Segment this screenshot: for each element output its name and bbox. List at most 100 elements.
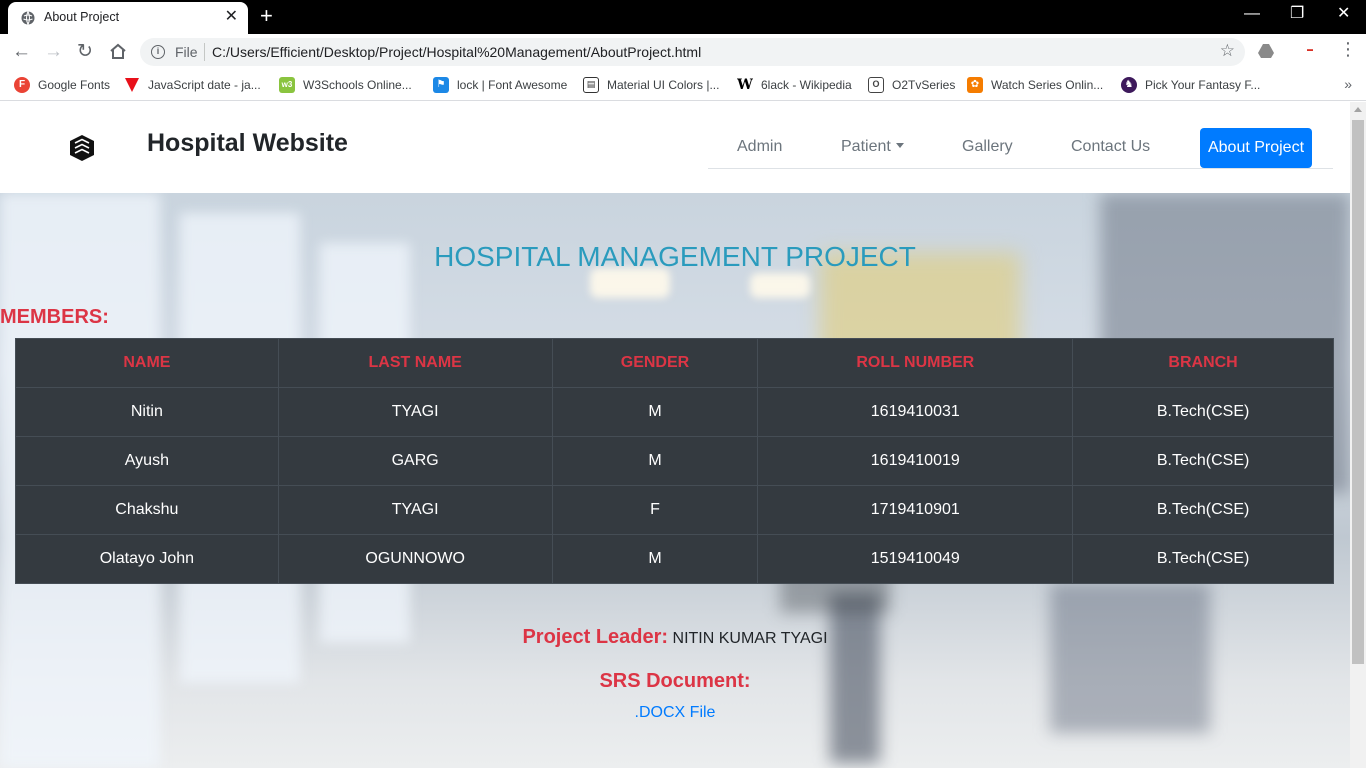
restore-icon[interactable]: ❐ [1290,6,1304,22]
table-cell: M [551,436,759,486]
members-heading: MEMBERS: [0,306,109,328]
bookmarks-bar: F Google Fonts JavaScript date - ja... w… [0,70,1366,101]
watch-series-icon: ✿ [967,77,983,93]
fantasy-icon: ♞ [1121,77,1137,93]
bookmark-item[interactable]: F Google Fonts [14,77,110,93]
minimize-icon[interactable]: — [1244,6,1260,22]
table-cell: M [551,534,759,584]
table-cell: Ayush [15,436,279,486]
bookmark-star-icon[interactable]: ☆ [1220,41,1235,61]
url-text[interactable]: C:/Users/Efficient/Desktop/Project/Hospi… [212,44,701,60]
reload-icon[interactable]: ↻ [77,42,93,61]
table-cell: 1519410049 [757,534,1074,584]
browser-tab[interactable]: About Project ✕ [8,2,248,34]
table-cell: 1719410901 [757,485,1074,535]
table-row: Nitin TYAGI M 1619410031 B.Tech(CSE) [15,387,1334,437]
bookmark-item[interactable]: ⚑ lock | Font Awesome [433,77,567,93]
browser-titlebar: About Project ✕ + — ❐ ✕ [0,0,1366,34]
nav-about-project[interactable]: About Project [1200,128,1312,168]
table-cell: TYAGI [277,387,553,437]
google-drive-icon[interactable] [1258,44,1274,58]
table-cell: B.Tech(CSE) [1072,436,1334,486]
info-icon[interactable]: i [151,45,165,59]
bookmark-item[interactable]: ♞ Pick Your Fantasy F... [1121,77,1260,93]
close-tab-icon[interactable]: ✕ [225,9,238,25]
bookmark-item[interactable]: ✿ Watch Series Onlin... [967,77,1103,93]
site-navbar: Hospital Website Admin Patient Gallery C… [0,102,1350,193]
table-row: Olatayo John OGUNNOWO M 1519410049 B.Tec… [15,534,1334,584]
column-header: ROLL NUMBER [757,338,1074,388]
table-cell: M [551,387,759,437]
address-bar[interactable]: i File C:/Users/Efficient/Desktop/Projec… [140,38,1245,66]
table-cell: TYAGI [277,485,553,535]
bookmark-label: Watch Series Onlin... [991,78,1104,92]
column-header: LAST NAME [277,338,553,388]
bookmark-item[interactable]: O O2TvSeries [868,77,955,93]
google-fonts-icon: F [14,77,30,93]
nav-gallery[interactable]: Gallery [962,138,1013,156]
table-cell: OGUNNOWO [277,534,553,584]
close-window-icon[interactable]: ✕ [1337,6,1350,22]
table-cell: B.Tech(CSE) [1072,534,1334,584]
page-content: Hospital Website Admin Patient Gallery C… [0,102,1350,768]
scrollbar-thumb[interactable] [1352,120,1364,664]
table-cell: Chakshu [15,485,279,535]
nav-patient[interactable]: Patient [841,138,904,156]
bookmark-label: JavaScript date - ja... [148,78,261,92]
site-brand[interactable]: Hospital Website [147,129,348,158]
browser-toolbar: ← → ↻ i File C:/Users/Efficient/Desktop/… [0,34,1366,70]
bookmark-item[interactable]: w3 W3Schools Online... [279,77,412,93]
new-tab-icon[interactable]: + [260,5,273,27]
nav-contact[interactable]: Contact Us [1071,138,1150,156]
table-header-row: NAME LAST NAME GENDER ROLL NUMBER BRANCH [15,338,1334,388]
nav-patient-label: Patient [841,138,891,155]
nav-admin[interactable]: Admin [737,138,782,156]
back-icon[interactable]: ← [12,42,31,61]
javascript-icon [125,78,139,92]
bookmark-label: lock | Font Awesome [457,78,568,92]
tab-title: About Project [44,10,120,24]
members-table: NAME LAST NAME GENDER ROLL NUMBER BRANCH… [15,338,1334,584]
logo-icon[interactable] [66,133,96,163]
page-title: HOSPITAL MANAGEMENT PROJECT [434,241,916,272]
table-cell: F [551,485,759,535]
forward-icon[interactable]: → [44,42,63,61]
url-scheme: File [175,44,198,60]
table-cell: Nitin [15,387,279,437]
bookmark-item[interactable]: W 6lack - Wikipedia [737,77,852,93]
bookmark-item[interactable]: JavaScript date - ja... [124,77,261,93]
w3schools-icon: w3 [279,77,295,93]
srs-document-heading: SRS Document: [599,670,751,692]
table-cell: B.Tech(CSE) [1072,387,1334,437]
page-scrollbar[interactable] [1350,102,1366,768]
table-row: Chakshu TYAGI F 1719410901 B.Tech(CSE) [15,485,1334,535]
project-leader: Project Leader: NITIN KUMAR TYAGI [0,626,1350,649]
bookmark-label: Google Fonts [38,78,111,92]
table-row: Ayush GARG M 1619410019 B.Tech(CSE) [15,436,1334,486]
scroll-up-icon[interactable] [1354,107,1362,112]
docx-file-link[interactable]: .DOCX File [0,704,1350,722]
browser-menu-icon[interactable]: ⋮ [1339,40,1357,58]
o2tvseries-icon: O [868,77,884,93]
nav-divider [708,168,1333,169]
material-ui-icon: ▤ [583,77,599,93]
background-light [750,273,810,298]
url-separator [204,43,205,61]
table-cell: Olatayo John [15,534,279,584]
column-header: NAME [15,338,279,388]
bookmark-label: Material UI Colors |... [607,78,720,92]
table-cell: B.Tech(CSE) [1072,485,1334,535]
bookmark-label: O2TvSeries [892,78,956,92]
bookmark-label: 6lack - Wikipedia [761,78,852,92]
font-awesome-icon: ⚑ [433,77,449,93]
table-cell: GARG [277,436,553,486]
table-cell: 1619410031 [757,387,1074,437]
project-leader-label: Project Leader: [522,626,669,648]
table-cell: 1619410019 [757,436,1074,486]
caret-down-icon [895,143,904,148]
bookmark-item[interactable]: ▤ Material UI Colors |... [583,77,719,93]
column-header: GENDER [551,338,759,388]
more-bookmarks-icon[interactable]: » [1344,76,1352,92]
home-icon[interactable] [109,43,127,60]
extension-icon[interactable]: ▬ [1298,44,1322,56]
